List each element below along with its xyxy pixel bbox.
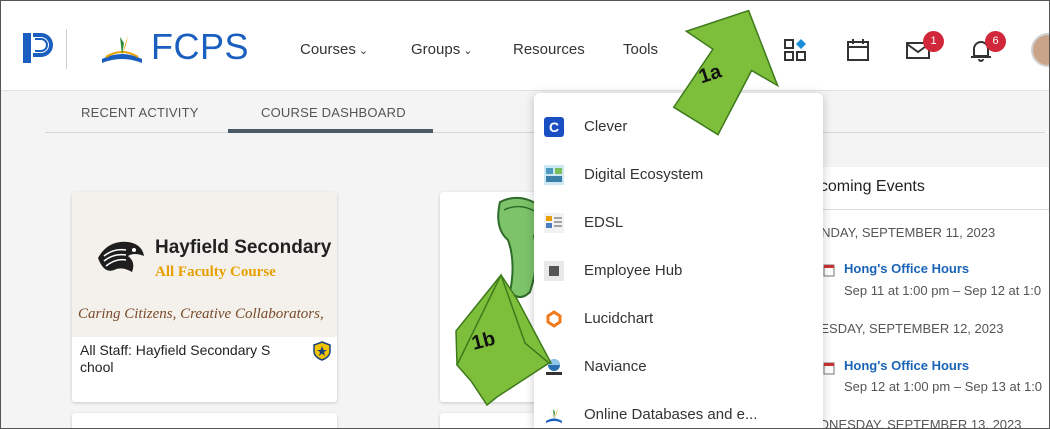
annotation-arrow-1b: 1b: [455, 273, 553, 407]
app-window: FCPS Courses⌄ Groups⌄ Resources Tools: [0, 0, 1050, 429]
annotation-arrow-1a: 1a: [672, 9, 780, 136]
annotation-layer: 1a 1b: [455, 9, 780, 407]
